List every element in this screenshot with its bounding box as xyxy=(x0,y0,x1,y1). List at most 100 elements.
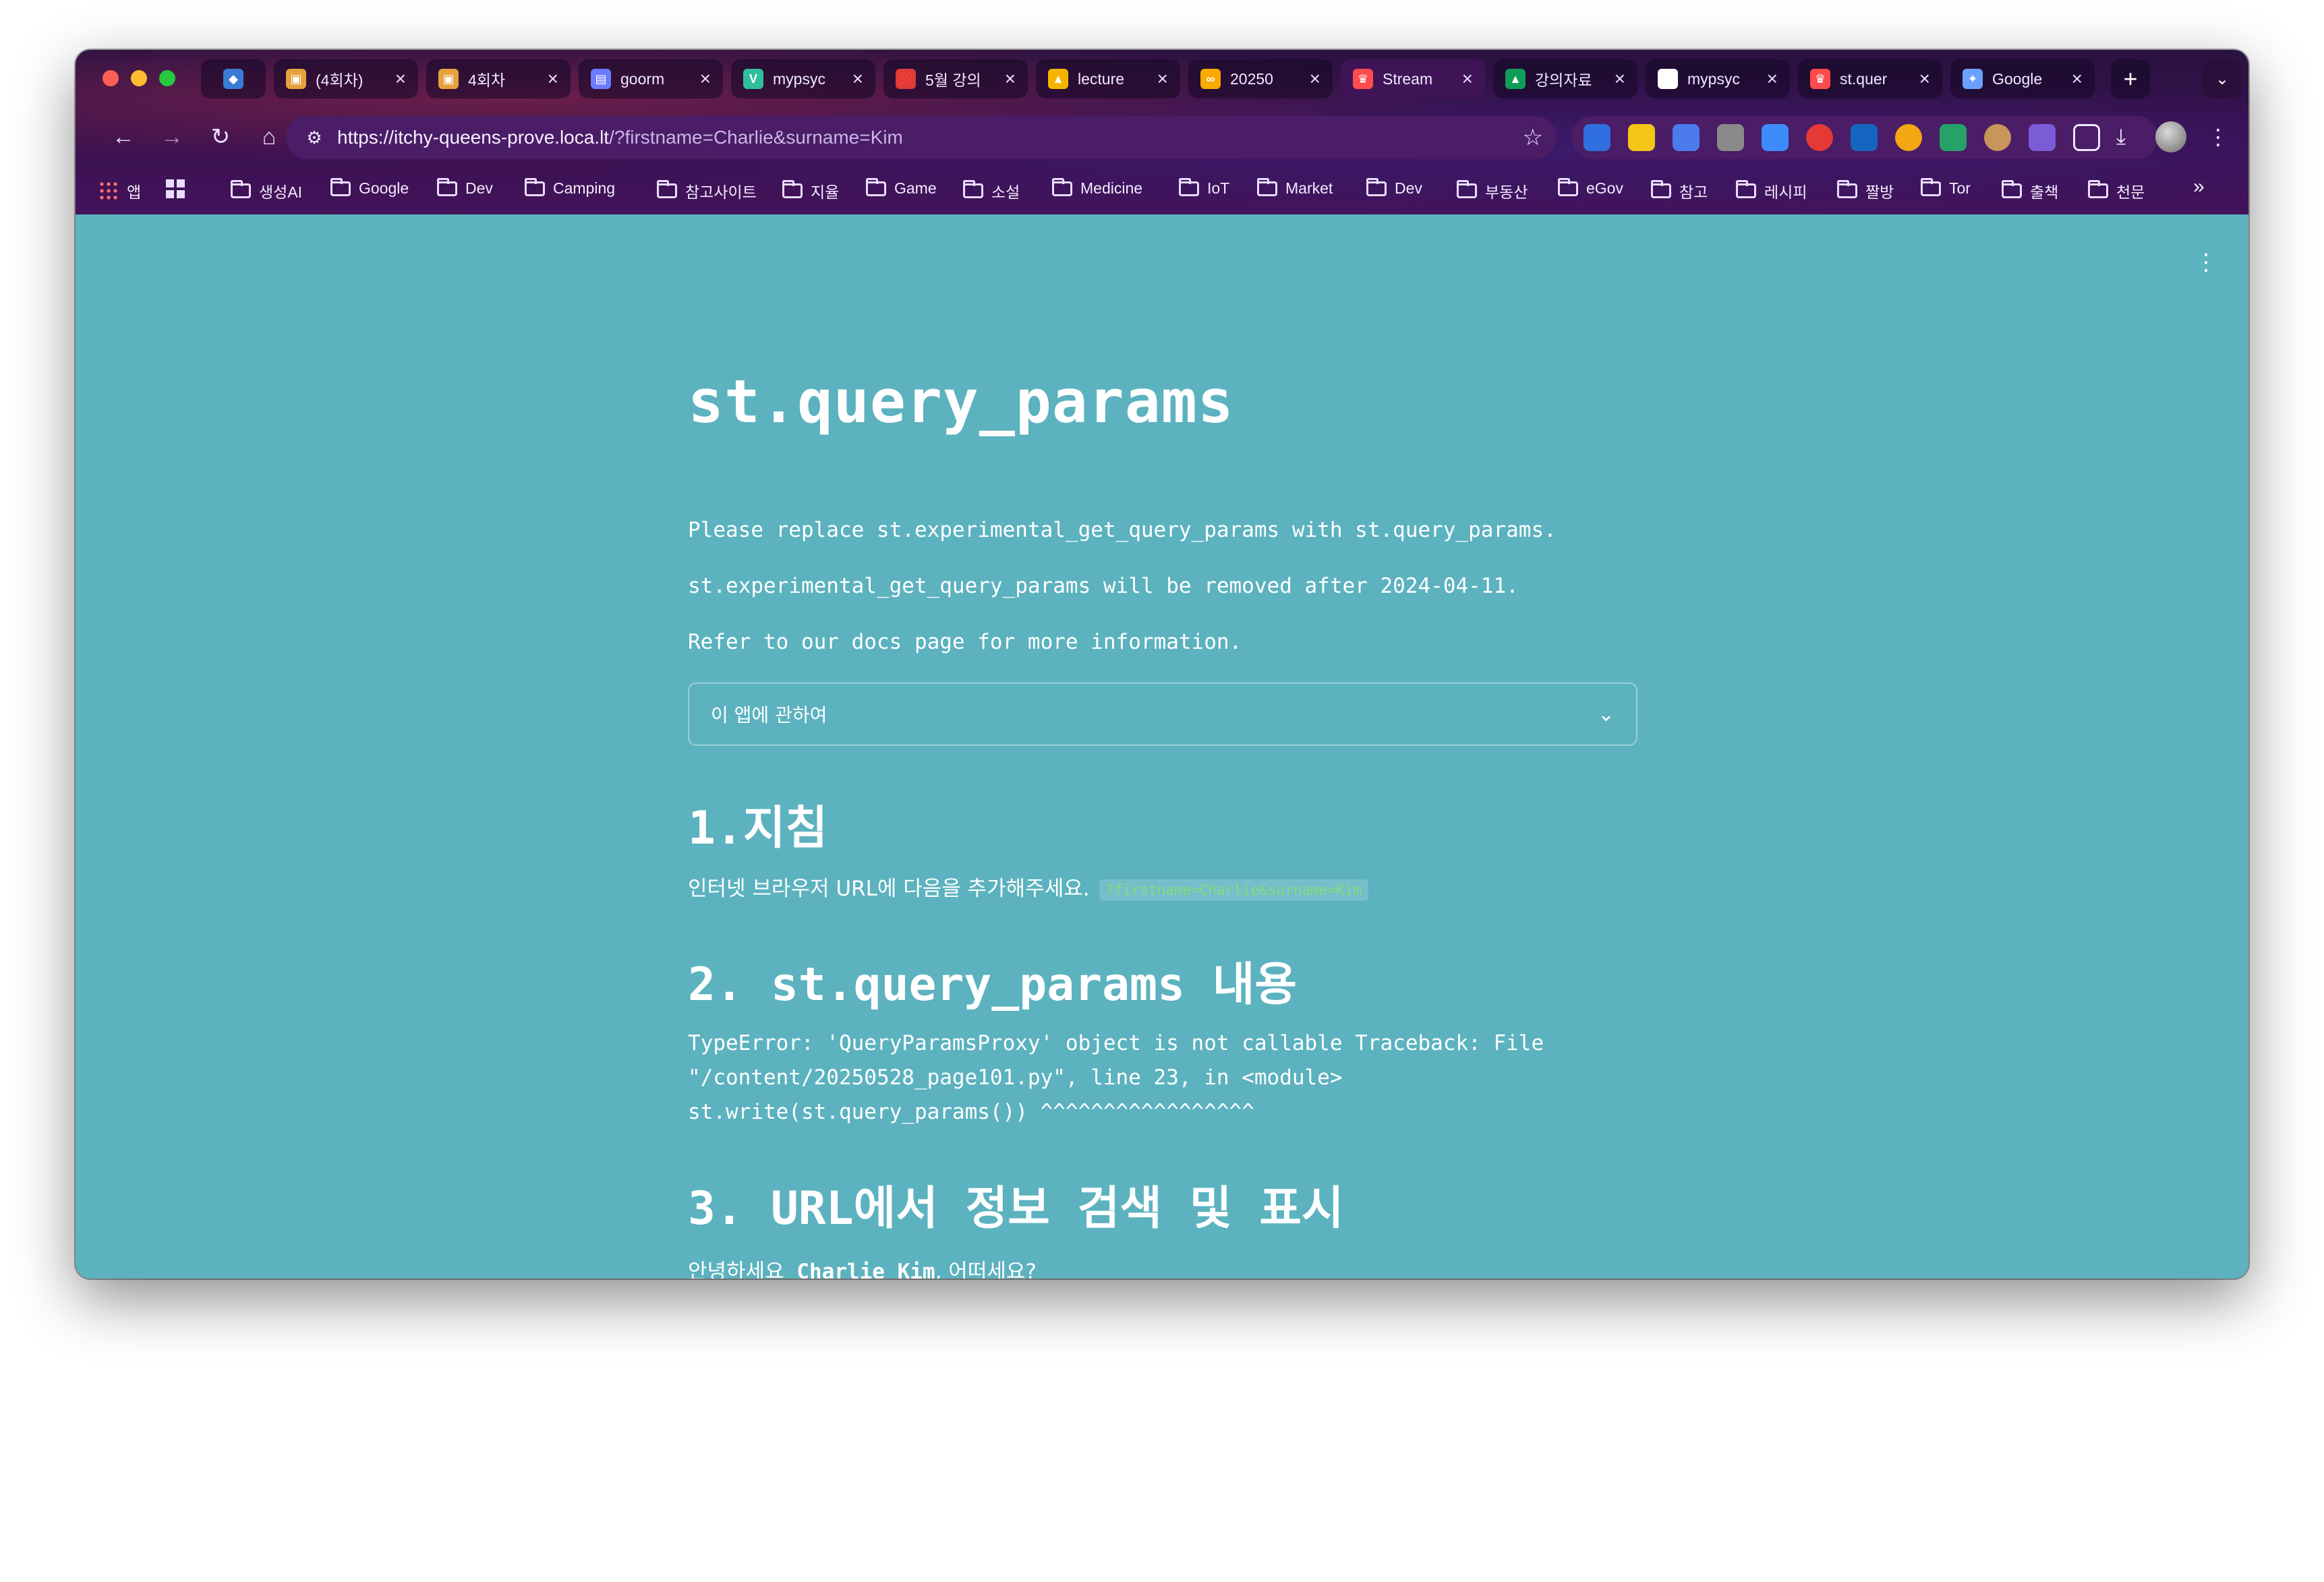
bookmark-folder[interactable]: Market xyxy=(1257,177,1333,198)
bookmark-folder[interactable]: Medicine xyxy=(1052,177,1142,198)
close-tab-icon[interactable]: × xyxy=(1615,68,1625,90)
browser-tab[interactable]: ♛ Stream × xyxy=(1341,59,1485,98)
bookmark-folder[interactable]: 참고 xyxy=(1651,179,1708,202)
bookmark-folder[interactable]: 생성AI xyxy=(231,179,302,202)
streamlit-icon: ♛ xyxy=(1353,69,1373,89)
back-icon[interactable]: ← xyxy=(105,119,142,155)
bookmark-folder[interactable]: 짤방 xyxy=(1837,179,1894,202)
about-app-expander[interactable]: 이 앱에 관하여 ⌄ xyxy=(688,682,1637,746)
greeting-name: Charlie Kim xyxy=(796,1260,935,1279)
bookmark-folder[interactable]: Dev xyxy=(437,177,493,198)
browser-menu-icon[interactable]: ⋮ xyxy=(2200,119,2236,155)
new-tab-button[interactable]: + xyxy=(2111,59,2150,98)
bookmark-folder[interactable]: 부동산 xyxy=(1457,179,1528,202)
bookmark-folder[interactable]: Tor xyxy=(1921,177,1971,198)
zoom-window-button[interactable] xyxy=(159,70,175,86)
bookmark-grid[interactable] xyxy=(166,179,193,198)
profile-avatar[interactable] xyxy=(2155,121,2186,152)
browser-toolbar: ← → ↻ ⌂ ⚙ https://itchy-queens-prove.loc… xyxy=(76,108,2248,166)
greeting-prefix: 안녕하세요 xyxy=(688,1260,784,1279)
video-extension-icon[interactable] xyxy=(1940,124,1967,151)
bookmark-folder[interactable]: Google xyxy=(330,177,409,198)
site-info-icon[interactable]: ⚙ xyxy=(299,123,329,152)
close-tab-icon[interactable]: × xyxy=(1462,68,1473,90)
box-icon: ▣ xyxy=(286,69,306,89)
browser-tab[interactable]: ▲ lecture × xyxy=(1036,59,1180,98)
browser-tab[interactable]: ∞ 20250 × xyxy=(1188,59,1333,98)
browser-tab[interactable]: ▣ 4회차 × xyxy=(426,59,571,98)
globe-extension-icon[interactable] xyxy=(2029,124,2056,151)
address-bar[interactable]: ⚙ https://itchy-queens-prove.loca.lt/?fi… xyxy=(286,116,1557,159)
download-icon[interactable]: ⤓ xyxy=(2103,119,2139,155)
bookmark-folder[interactable]: 참고사이트 xyxy=(657,179,757,202)
cookie-extension-icon[interactable] xyxy=(1984,124,2011,151)
bookmark-folder[interactable]: eGov xyxy=(1558,177,1623,198)
bookmark-label: 생성AI xyxy=(259,183,303,201)
bookmark-label: Game xyxy=(894,179,937,197)
bookmark-folder[interactable]: Dev xyxy=(1366,177,1422,198)
close-tab-icon[interactable]: × xyxy=(1310,68,1320,90)
browser-tab[interactable]: ▲ 강의자료 × xyxy=(1493,59,1637,98)
url-query: /?firstname=Charlie&surname=Kim xyxy=(609,127,903,148)
bookmark-apps[interactable]: 앱 xyxy=(98,179,141,202)
bookmark-label: IoT xyxy=(1207,179,1230,197)
extensions-puzzle-icon[interactable] xyxy=(2073,124,2100,151)
browser-tab[interactable]: ● mypsyc × xyxy=(1646,59,1790,98)
browser-tab[interactable]: ◆ xyxy=(201,59,266,98)
translate-extension-icon[interactable] xyxy=(1673,124,1700,151)
forward-icon[interactable]: → xyxy=(154,119,190,155)
close-tab-icon[interactable]: × xyxy=(548,68,558,90)
flash-extension-icon[interactable] xyxy=(1806,124,1833,151)
bookmark-folder[interactable]: Game xyxy=(866,177,937,198)
more-bookmarks-icon[interactable]: » xyxy=(2193,175,2205,198)
browser-tab[interactable]: 💯 5월 강의 × xyxy=(883,59,1028,98)
bookmark-folder[interactable]: 천문 xyxy=(2088,179,2145,202)
tab-label: Google xyxy=(1992,69,2043,88)
close-window-button[interactable] xyxy=(103,70,119,86)
close-tab-icon[interactable]: × xyxy=(1005,68,1016,90)
gem-extension-icon[interactable] xyxy=(1584,124,1610,151)
browser-tab[interactable]: ▣ (4회차) × xyxy=(274,59,418,98)
close-tab-icon[interactable]: × xyxy=(395,68,406,90)
url-host: https://itchy-queens-prove.loca.lt xyxy=(337,127,610,148)
bookmark-folder[interactable]: Camping xyxy=(525,177,615,198)
box-icon: ▣ xyxy=(438,69,459,89)
browser-tab[interactable]: ♛ st.quer × xyxy=(1798,59,1942,98)
close-tab-icon[interactable]: × xyxy=(1919,68,1930,90)
close-tab-icon[interactable]: × xyxy=(700,68,711,90)
chevron-down-icon[interactable]: ⌄ xyxy=(1598,703,1615,726)
bookmark-folder[interactable]: 레시피 xyxy=(1736,179,1807,202)
reload-icon[interactable]: ↻ xyxy=(202,119,239,155)
s-extension-icon[interactable] xyxy=(1851,124,1878,151)
home-icon[interactable]: ⌂ xyxy=(251,119,287,155)
bookmark-label: Google xyxy=(359,179,409,197)
error-line-2: "/content/20250528_page101.py", line 23,… xyxy=(688,1065,1343,1090)
tab-label: 20250 xyxy=(1230,69,1273,88)
browser-tab[interactable]: ✦ Google × xyxy=(1950,59,2095,98)
tab-label: 4회차 xyxy=(468,71,506,89)
coin-extension-icon[interactable] xyxy=(1895,124,1922,151)
minimize-window-button[interactable] xyxy=(131,70,147,86)
close-tab-icon[interactable]: × xyxy=(852,68,863,90)
security-extension-icon[interactable] xyxy=(1762,124,1789,151)
bookmark-label: 참고 xyxy=(1679,183,1708,201)
app-menu-icon[interactable]: ⋮ xyxy=(2195,251,2217,274)
bookmark-label: 레시피 xyxy=(1764,183,1807,201)
close-tab-icon[interactable]: × xyxy=(1157,68,1168,90)
close-tab-icon[interactable]: × xyxy=(2072,68,2083,90)
close-tab-icon[interactable]: × xyxy=(1767,68,1778,90)
bookmark-folder[interactable]: 소설 xyxy=(963,179,1020,202)
shield-extension-icon[interactable] xyxy=(1717,124,1744,151)
bookmark-star-icon[interactable]: ☆ xyxy=(1523,124,1543,151)
browser-tab[interactable]: Vmypsyc × xyxy=(731,59,875,98)
bookmark-folder[interactable]: 지율 xyxy=(782,179,839,202)
url-text[interactable]: https://itchy-queens-prove.loca.lt/?firs… xyxy=(337,127,1523,148)
tab-search-button[interactable]: ⌄ xyxy=(2203,59,2242,98)
keep-extension-icon[interactable] xyxy=(1628,124,1655,151)
bookmark-folder[interactable]: IoT xyxy=(1179,177,1230,198)
browser-tab[interactable]: ▤ goorm × xyxy=(579,59,723,98)
expander-label: 이 앱에 관하여 xyxy=(711,704,827,726)
drive-icon: ▲ xyxy=(1505,69,1526,89)
bookmarks-bar: 앱 생성AI Google Dev Camping 참고사이트 지율 Game 소설 Medici… xyxy=(76,166,2248,214)
bookmark-folder[interactable]: 출책 xyxy=(2002,179,2058,202)
